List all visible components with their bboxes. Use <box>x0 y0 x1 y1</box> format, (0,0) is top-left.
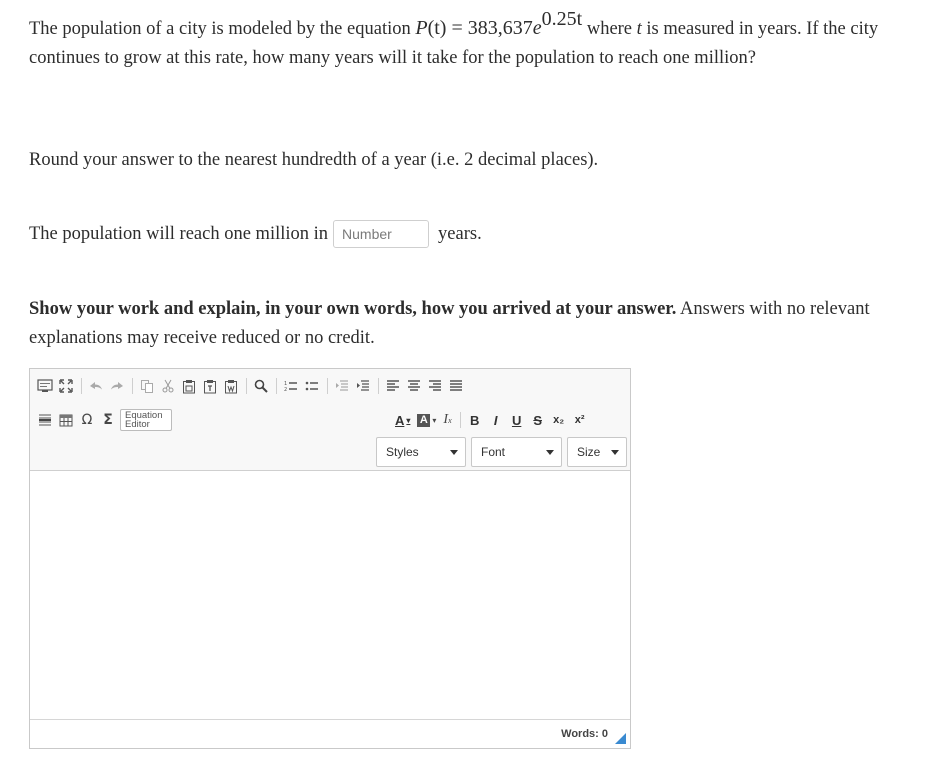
increase-indent-icon[interactable] <box>354 377 372 395</box>
strikethrough-button[interactable]: S <box>529 411 547 429</box>
find-icon[interactable] <box>252 377 270 395</box>
horizontal-rule-icon[interactable] <box>36 411 54 429</box>
bold-button[interactable]: B <box>466 411 484 429</box>
size-dropdown[interactable]: Size <box>567 437 627 467</box>
italic-button[interactable]: I <box>487 411 505 429</box>
equation-editor-button[interactable]: Equation Editor <box>120 409 172 431</box>
paste-icon[interactable] <box>180 377 198 395</box>
superscript-button[interactable]: x² <box>571 411 589 429</box>
toolbar-separator <box>276 378 277 394</box>
underline-button[interactable]: U <box>508 411 526 429</box>
styles-dropdown[interactable]: Styles <box>376 437 466 467</box>
copy-icon[interactable] <box>138 377 156 395</box>
align-center-icon[interactable] <box>405 377 423 395</box>
toolbar-separator <box>327 378 328 394</box>
rounding-instruction: Round your answer to the nearest hundred… <box>29 150 599 170</box>
equation-base: e <box>532 17 542 39</box>
editor-status-bar: Words: 0 <box>30 719 630 748</box>
svg-text:2: 2 <box>284 387 287 392</box>
equation: P(t) = 383,637e0.25t <box>415 8 582 39</box>
undo-icon[interactable] <box>87 377 105 395</box>
chevron-down-icon <box>450 450 458 455</box>
toolbar-separator <box>132 378 133 394</box>
question-text: The population of a city is modeled by t… <box>29 8 879 73</box>
chevron-down-icon <box>611 450 619 455</box>
source-view-icon[interactable] <box>36 377 54 395</box>
table-icon[interactable] <box>57 411 75 429</box>
toolbar-separator <box>246 378 247 394</box>
chevron-down-icon <box>546 450 554 455</box>
styles-label: Styles <box>386 445 419 459</box>
size-label: Size <box>577 445 601 459</box>
equation-editor-label: Equation Editor <box>125 411 163 430</box>
special-character-omega-icon[interactable]: Ω <box>78 411 96 429</box>
rich-text-editor: 12 Ω Σ Equation Editor A ▾ A ▾ I x B I U… <box>29 368 631 749</box>
answer-row: The population will reach one million in… <box>29 219 482 249</box>
equation-editor-line2: Editor <box>125 419 150 430</box>
bulleted-list-icon[interactable] <box>303 377 321 395</box>
align-left-icon[interactable] <box>384 377 402 395</box>
toolbar-row-1: 12 <box>36 375 468 397</box>
subscript-button[interactable]: x₂ <box>550 411 568 429</box>
background-color-button[interactable]: A ▾ <box>415 411 438 429</box>
paste-word-icon[interactable] <box>222 377 240 395</box>
cut-icon[interactable] <box>159 377 177 395</box>
equation-exponent: 0.25t <box>541 8 583 30</box>
word-count: Words: 0 <box>561 728 608 740</box>
redo-icon[interactable] <box>108 377 126 395</box>
toolbar-separator <box>459 412 461 428</box>
align-right-icon[interactable] <box>426 377 444 395</box>
text-color-button[interactable]: A ▾ <box>393 411 412 429</box>
show-work-bold: Show your work and explain, in your own … <box>29 299 677 319</box>
editor-content-area[interactable] <box>30 471 630 719</box>
show-work-instruction: Show your work and explain, in your own … <box>29 295 879 353</box>
question-lead: The population of a city is modeled by t… <box>29 19 411 39</box>
remove-format-icon[interactable]: Ix <box>441 411 453 429</box>
decrease-indent-icon[interactable] <box>333 377 351 395</box>
resize-handle-icon[interactable] <box>615 733 626 744</box>
sigma-icon[interactable]: Σ <box>99 411 117 429</box>
editor-toolbar: 12 Ω Σ Equation Editor A ▾ A ▾ I x B I U… <box>30 369 630 471</box>
answer-suffix: years. <box>438 224 482 244</box>
numbered-list-icon[interactable]: 12 <box>282 377 300 395</box>
answer-prefix: The population will reach one million in <box>29 224 329 244</box>
font-label: Font <box>481 445 506 459</box>
equation-arg: (t) <box>427 17 447 39</box>
paste-text-icon[interactable] <box>201 377 219 395</box>
font-dropdown[interactable]: Font <box>471 437 562 467</box>
question-after-eq: where <box>582 19 633 39</box>
toolbar-separator <box>81 378 82 394</box>
toolbar-separator <box>378 378 379 394</box>
toolbar-row-2-right: A ▾ A ▾ Ix B I U S x₂ x² <box>393 409 592 431</box>
align-justify-icon[interactable] <box>447 377 465 395</box>
equation-rhs: = 383,637 <box>446 17 533 39</box>
maximize-icon[interactable] <box>57 377 75 395</box>
equation-lhs: P <box>415 17 428 39</box>
answer-number-input[interactable] <box>333 220 430 248</box>
toolbar-row-2-left: Ω Σ Equation Editor <box>36 409 172 431</box>
